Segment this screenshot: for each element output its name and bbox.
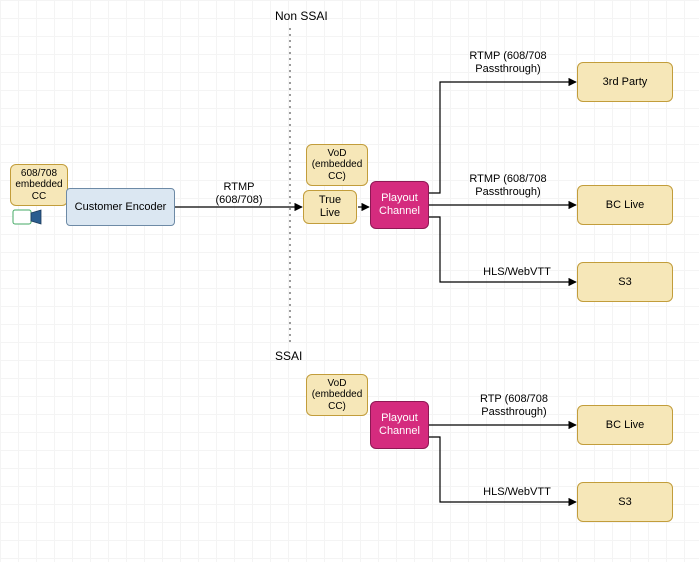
- edge-label-rtp-pass: RTP (608/708Passthrough): [454, 393, 574, 418]
- node-customer-encoder: Customer Encoder: [66, 188, 175, 226]
- node-vod-top: VoD(embeddedCC): [306, 144, 368, 186]
- node-playout-top: PlayoutChannel: [370, 181, 429, 229]
- node-bc-live-bottom: BC Live: [577, 405, 673, 445]
- diagram-canvas: { "sections": { "top": "Non SSAI", "bott…: [0, 0, 699, 562]
- edge-label-rtmp-pass-1: RTMP (608/708Passthrough): [448, 50, 568, 75]
- edge-label-hls-top: HLS/WebVTT: [462, 266, 572, 279]
- node-cc-badge: 608/708embeddedCC: [10, 164, 68, 206]
- node-vod-bottom: VoD(embeddedCC): [306, 374, 368, 416]
- camera-icon: [13, 210, 41, 224]
- node-bc-live-top: BC Live: [577, 185, 673, 225]
- node-playout-bottom: PlayoutChannel: [370, 401, 429, 449]
- node-s3-bottom: S3: [577, 482, 673, 522]
- edge-label-hls-bottom: HLS/WebVTT: [462, 486, 572, 499]
- node-s3-top: S3: [577, 262, 673, 302]
- node-3rd-party: 3rd Party: [577, 62, 673, 102]
- node-true-live: True Live: [303, 190, 357, 224]
- section-label-bottom: SSAI: [275, 350, 302, 364]
- edge-label-rtmp-pass-2: RTMP (608/708Passthrough): [448, 173, 568, 198]
- section-label-top: Non SSAI: [275, 10, 328, 24]
- edge-label-rtmp-left: RTMP(608/708): [204, 181, 274, 206]
